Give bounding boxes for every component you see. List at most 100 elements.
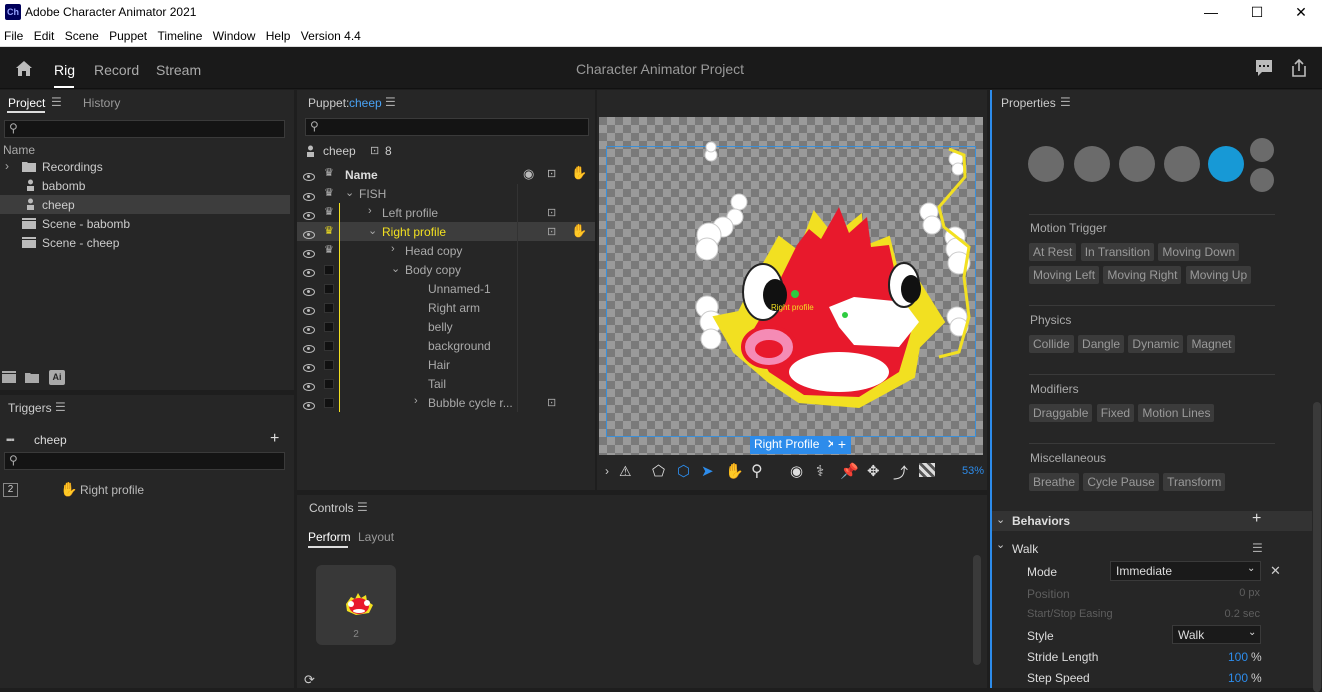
chevron-right-icon[interactable]: › [391,243,395,255]
zoom-tool-icon[interactable]: ⚲ [751,461,763,481]
menu-timeline[interactable]: Timeline [157,25,202,43]
menu-edit[interactable]: Edit [34,25,55,43]
menu-window[interactable]: Window [213,25,256,43]
tag-magnet[interactable]: Magnet [1187,335,1236,353]
warp-checkbox[interactable] [324,341,334,351]
tag-motion-lines[interactable]: Motion Lines [1138,404,1215,422]
layer-row-selected[interactable]: ♛ ⌄ Right profile ⊡ ✋ [297,222,595,241]
layer-row[interactable]: background [297,336,595,355]
panel-menu-icon[interactable]: ☰ [357,500,368,514]
outline-tool-icon[interactable]: ⬡ [677,462,690,480]
eye-icon[interactable] [303,250,315,258]
origin-tool-icon[interactable]: ◉ [790,462,803,480]
right-profile-chip[interactable]: Right Profile ✕ [750,436,841,454]
tag-in-transition[interactable]: In Transition [1080,243,1155,261]
layer-row[interactable]: belly [297,317,595,336]
layer-row[interactable]: ♛ › Head copy [297,241,595,260]
eye-icon[interactable] [303,173,315,181]
select-tool-icon[interactable]: ➤ [701,462,714,480]
new-folder-icon[interactable] [25,372,39,383]
list-item-selected[interactable]: cheep [0,195,290,214]
remove-behavior-icon[interactable]: ✕ [1270,563,1281,579]
warning-icon[interactable]: ⚠ [619,463,632,480]
stride-value[interactable]: 100 [1218,650,1248,664]
add-chip-button[interactable]: + [833,436,851,454]
face-icon-small[interactable] [1250,168,1274,192]
dangle-tool-icon[interactable]: ⤴ [893,462,908,483]
tag-icon[interactable]: ⊡ [547,206,556,219]
tag-cycle-pause[interactable]: Cycle Pause [1083,473,1159,491]
tag-moving-left[interactable]: Moving Left [1029,266,1100,284]
list-item[interactable]: Scene - babomb [0,214,290,233]
new-scene-icon[interactable] [2,371,16,383]
walk-menu-icon[interactable]: ☰ [1252,541,1263,555]
puppet-search-input[interactable]: ⚲ [305,118,589,136]
layer-row[interactable]: Tail [297,374,595,393]
eye-icon[interactable] [303,288,315,296]
trigger-label[interactable]: Right profile [80,483,144,497]
face-icon-small[interactable] [1250,138,1274,162]
refresh-icon[interactable]: ⟳ [304,672,315,688]
layer-row[interactable]: › Bubble cycle r... ⊡ [297,393,595,412]
tag-dynamic[interactable]: Dynamic [1128,335,1184,353]
tag-breathe[interactable]: Breathe [1029,473,1080,491]
warp-checkbox[interactable] [324,398,334,408]
illustrator-icon[interactable]: Ai [49,370,65,385]
layer-row[interactable]: ⌄ Body copy [297,260,595,279]
tab-stream[interactable]: Stream [156,62,201,78]
tag-draggable[interactable]: Draggable [1029,404,1093,422]
behaviors-header[interactable]: ⌄ Behaviors + [992,510,1312,531]
tag-moving-down[interactable]: Moving Down [1158,243,1240,261]
tag-at-rest[interactable]: At Rest [1029,243,1077,261]
tag-moving-right[interactable]: Moving Right [1103,266,1182,284]
project-search-input[interactable]: ⚲ [4,120,285,138]
eye-icon[interactable] [303,383,315,391]
canvas-area[interactable]: Right profile [599,117,983,455]
warp-checkbox[interactable] [324,322,334,332]
warp-checkbox[interactable] [324,284,334,294]
eye-icon[interactable] [303,231,315,239]
maximize-button[interactable]: ☐ [1234,0,1280,25]
feedback-icon[interactable] [1255,59,1273,77]
pin-tool-icon[interactable]: 📌 [840,462,859,480]
panel-menu-icon[interactable]: ☰ [51,95,62,109]
list-item[interactable]: Scene - cheep [0,233,290,252]
eye-icon[interactable] [303,193,315,201]
crown-icon[interactable]: ♛ [324,205,334,218]
tab-perform[interactable]: Perform [308,530,351,544]
transparency-icon[interactable] [919,463,935,477]
layer-row[interactable]: Hair [297,355,595,374]
eye-icon[interactable] [303,364,315,372]
handle-tool-icon[interactable]: ✥ [867,462,880,480]
crown-icon[interactable]: ♛ [324,224,334,237]
tab-history[interactable]: History [83,96,120,110]
tag-icon[interactable]: ⊡ [547,225,556,238]
crown-icon[interactable]: ♛ [324,243,334,256]
stick-tool-icon[interactable]: ⚕ [816,462,824,480]
eye-icon[interactable] [303,326,315,334]
chevron-right-icon[interactable]: › [5,159,9,173]
eye-icon[interactable] [303,307,315,315]
face-icon[interactable] [1119,146,1155,182]
menu-version[interactable]: Version 4.4 [301,25,361,43]
add-behavior-button[interactable]: + [1252,510,1261,528]
chevron-down-icon[interactable]: ⌄ [996,538,1005,551]
tag-icon[interactable]: ⊡ [547,396,556,409]
control-thumbnail[interactable]: 2 [316,565,396,645]
menu-puppet[interactable]: Puppet [109,25,147,43]
eye-icon[interactable] [303,269,315,277]
chevron-right-icon[interactable]: › [368,205,372,217]
close-button[interactable]: ✕ [1278,0,1322,25]
chevron-right-icon[interactable]: › [605,464,609,478]
tag-dangle[interactable]: Dangle [1078,335,1125,353]
layer-row[interactable]: Unnamed-1 [297,279,595,298]
tag-fixed[interactable]: Fixed [1096,404,1135,422]
hand-icon[interactable]: ✋ [571,223,587,239]
layer-row[interactable]: ♛ ⌄ FISH [297,184,595,203]
eye-icon[interactable] [303,212,315,220]
tag-transform[interactable]: Transform [1163,473,1226,491]
tag-moving-up[interactable]: Moving Up [1185,266,1252,284]
crown-icon[interactable]: ♛ [324,186,334,199]
puppet-name-link[interactable]: cheep [349,96,382,110]
panel-menu-icon[interactable]: ☰ [1060,95,1071,109]
